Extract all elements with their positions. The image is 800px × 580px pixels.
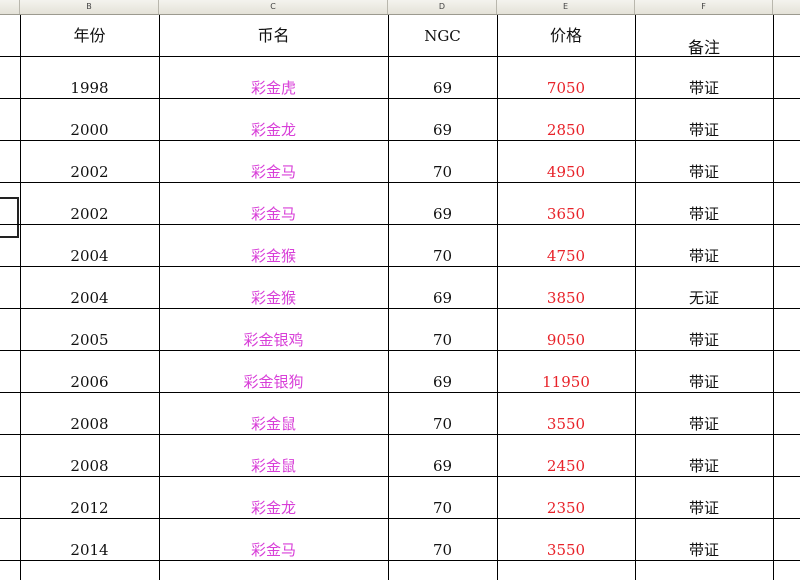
column-header-a[interactable] <box>0 0 20 14</box>
cell-price[interactable]: 4950 <box>497 151 635 193</box>
cell-grade[interactable]: 69 <box>388 361 497 403</box>
cell-grade[interactable]: 69 <box>388 277 497 319</box>
cell-note[interactable]: 带证 <box>635 529 773 571</box>
cell-grade[interactable]: 70 <box>388 319 497 361</box>
cell-note[interactable]: 带证 <box>635 151 773 193</box>
cell-price[interactable]: 9050 <box>497 319 635 361</box>
column-header-d[interactable]: D <box>388 0 497 14</box>
cell-grade[interactable]: 69 <box>388 67 497 109</box>
cell-note[interactable]: 带证 <box>635 235 773 277</box>
cell-price[interactable]: 3550 <box>497 403 635 445</box>
header-price[interactable]: 价格 <box>497 15 635 57</box>
cell-year[interactable]: 2004 <box>20 235 159 277</box>
cell-year[interactable]: 2008 <box>20 445 159 487</box>
column-header-b[interactable]: B <box>20 0 159 14</box>
header-name[interactable]: 币名 <box>159 15 388 57</box>
cell-year[interactable]: 2004 <box>20 277 159 319</box>
cell-note[interactable]: 带证 <box>635 487 773 529</box>
cell-price[interactable]: 2450 <box>497 445 635 487</box>
cell-price[interactable]: 7050 <box>497 67 635 109</box>
cell-name[interactable]: 彩金马 <box>159 151 388 193</box>
cell-name[interactable]: 彩金虎 <box>159 67 388 109</box>
cell-year[interactable]: 2014 <box>20 529 159 571</box>
cell-year[interactable]: 2012 <box>20 487 159 529</box>
cell-note[interactable]: 带证 <box>635 319 773 361</box>
cell-note[interactable]: 带证 <box>635 109 773 151</box>
cell-price[interactable]: 4750 <box>497 235 635 277</box>
grid-hline <box>0 56 800 57</box>
grid-vline <box>773 15 774 580</box>
cell-year[interactable]: 2002 <box>20 193 159 235</box>
cell-name[interactable]: 彩金鼠 <box>159 445 388 487</box>
cell-price[interactable]: 3850 <box>497 277 635 319</box>
cell-name[interactable]: 彩金猴 <box>159 277 388 319</box>
cell-price[interactable]: 11950 <box>497 361 635 403</box>
cell-year[interactable]: 2008 <box>20 403 159 445</box>
active-cell-selection[interactable] <box>0 197 19 238</box>
header-year[interactable]: 年份 <box>20 15 159 57</box>
cell-grade[interactable]: 69 <box>388 445 497 487</box>
cell-grid: 年份 币名 NGC 价格 备注 1998 彩金虎 69 7050 带证 2000 彩金龙 69… <box>0 15 800 580</box>
column-header-c[interactable]: C <box>159 0 388 14</box>
cell-name[interactable]: 彩金龙 <box>159 109 388 151</box>
column-header-e[interactable]: E <box>497 0 635 14</box>
cell-grade[interactable]: 70 <box>388 529 497 571</box>
cell-year[interactable]: 2002 <box>20 151 159 193</box>
cell-name[interactable]: 彩金银鸡 <box>159 319 388 361</box>
cell-year[interactable]: 2006 <box>20 361 159 403</box>
cell-year[interactable]: 1998 <box>20 67 159 109</box>
cell-name[interactable]: 彩金龙 <box>159 487 388 529</box>
cell-year[interactable]: 2005 <box>20 319 159 361</box>
cell-price[interactable]: 2350 <box>497 487 635 529</box>
cell-note[interactable]: 无证 <box>635 277 773 319</box>
cell-note[interactable]: 带证 <box>635 361 773 403</box>
column-header-g[interactable] <box>773 0 800 14</box>
cell-name[interactable]: 彩金鼠 <box>159 403 388 445</box>
cell-name[interactable]: 彩金马 <box>159 529 388 571</box>
cell-note[interactable]: 带证 <box>635 67 773 109</box>
cell-name[interactable]: 彩金猴 <box>159 235 388 277</box>
header-grade[interactable]: NGC <box>388 15 497 57</box>
cell-price[interactable]: 3550 <box>497 529 635 571</box>
header-note[interactable]: 备注 <box>635 27 773 69</box>
cell-name[interactable]: 彩金马 <box>159 193 388 235</box>
cell-grade[interactable]: 70 <box>388 487 497 529</box>
cell-price[interactable]: 3650 <box>497 193 635 235</box>
cell-price[interactable]: 2850 <box>497 109 635 151</box>
cell-name[interactable]: 彩金银狗 <box>159 361 388 403</box>
column-header-bar: B C D E F <box>0 0 800 15</box>
spreadsheet: B C D E F 年份 币名 NGC 价格 备注 1998 彩金虎 69 7050 带… <box>0 0 800 580</box>
cell-grade[interactable]: 70 <box>388 403 497 445</box>
cell-grade[interactable]: 69 <box>388 109 497 151</box>
cell-grade[interactable]: 69 <box>388 193 497 235</box>
column-header-f[interactable]: F <box>635 0 773 14</box>
cell-grade[interactable]: 70 <box>388 235 497 277</box>
cell-year[interactable]: 2000 <box>20 109 159 151</box>
cell-note[interactable]: 带证 <box>635 193 773 235</box>
cell-grade[interactable]: 70 <box>388 151 497 193</box>
cell-note[interactable]: 带证 <box>635 403 773 445</box>
cell-note[interactable]: 带证 <box>635 445 773 487</box>
